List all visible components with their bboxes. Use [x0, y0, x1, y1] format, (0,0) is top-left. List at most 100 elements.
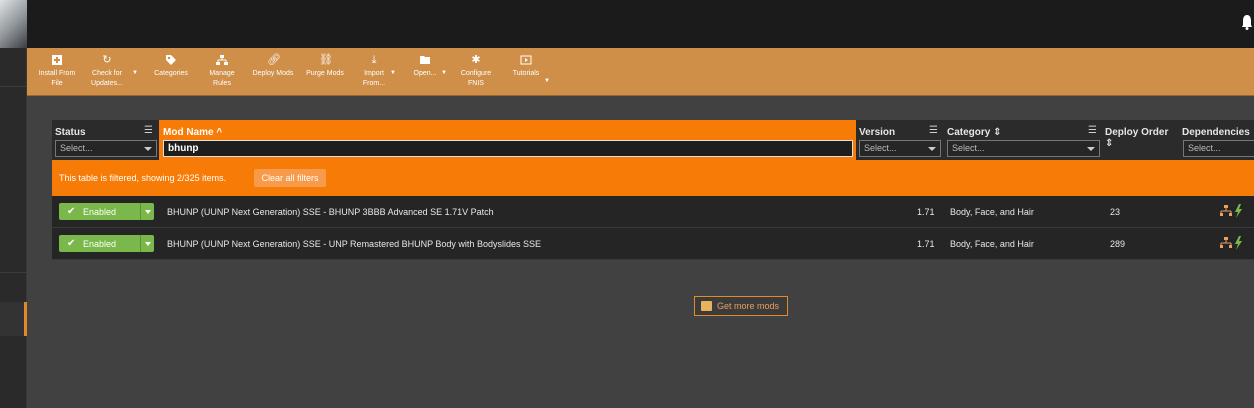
check-icon: ✔ [67, 238, 76, 249]
link-icon: 🔗︎ [267, 54, 281, 66]
tutorials-button[interactable]: Tutorials ▼ [508, 54, 550, 84]
dependencies-filter-placeholder: Select... [1188, 143, 1221, 153]
status-label: Enabled [83, 239, 117, 249]
categories-label: Categories [154, 70, 188, 77]
sidebar-divider [0, 272, 27, 273]
category-column-title: Category ⇕ [947, 127, 1002, 138]
refresh-icon: ↻ [102, 54, 112, 66]
chevron-down-icon [144, 147, 152, 151]
list-icon[interactable]: ☰ [144, 126, 156, 136]
deploy-order-cell: 23 [1110, 207, 1121, 217]
chevron-down-icon[interactable]: ▼ [544, 76, 550, 86]
mods-table: Status ☰ Select... Mod Name ^ bhunp Vers… [52, 120, 1254, 360]
filter-message: This table is filtered, showing 2/325 it… [59, 173, 227, 183]
check-for-updates-button[interactable]: ↻ Check for Updates... ▼ [86, 54, 138, 89]
sort-icon: ⇕ [993, 127, 1002, 138]
install-from-file-button[interactable]: Install From File [36, 54, 78, 89]
deploy-mods-label: Deploy Mods [252, 70, 294, 77]
video-icon [520, 54, 532, 66]
category-filter-placeholder: Select... [952, 143, 985, 153]
mod-name-cell: BHUNP (UUNP Next Generation) SSE - UNP R… [167, 239, 541, 249]
category-column-header[interactable]: Category ⇕ ☰ Select... [944, 120, 1102, 160]
status-toggle-button[interactable]: ✔ Enabled [59, 235, 154, 252]
gear-icon: ✱ [471, 54, 481, 66]
deploy-order-column-header[interactable]: Deploy Order ⇕ [1102, 120, 1179, 160]
mod-name-column-title: Mod Name ^ [163, 127, 222, 138]
list-icon[interactable]: ☰ [929, 126, 941, 136]
dependencies-icon[interactable] [1220, 204, 1246, 218]
purge-mods-label: Purge Mods [306, 70, 344, 77]
clear-all-filters-button[interactable]: Clear all filters [254, 169, 326, 187]
chevron-down-icon[interactable]: ▼ [390, 68, 396, 78]
table-row[interactable]: ✔ Enabled BHUNP (UUNP Next Generation) S… [52, 196, 1254, 228]
unlink-icon: ⛓︎ [319, 54, 333, 66]
version-cell: 1.71 [917, 207, 935, 217]
top-bar [27, 0, 1254, 48]
category-filter-select[interactable]: Select... [947, 140, 1100, 157]
chevron-down-icon[interactable] [140, 203, 154, 220]
mod-name-filter-input[interactable]: bhunp [163, 140, 853, 157]
status-column-header[interactable]: Status ☰ Select... [52, 120, 159, 160]
dependencies-filter-select[interactable]: Select... [1183, 140, 1254, 157]
get-more-mods-label: Get more mods [717, 301, 780, 311]
filter-notice-bar: This table is filtered, showing 2/325 it… [52, 160, 1254, 196]
check-for-updates-label: Check for Updates... [91, 70, 123, 87]
import-from-label: Import From... [362, 70, 386, 87]
status-filter-placeholder: Select... [60, 143, 93, 153]
tutorials-label: Tutorials [512, 70, 540, 77]
deploy-order-cell: 289 [1110, 239, 1126, 249]
deploy-order-column-title: Deploy Order ⇕ [1105, 127, 1179, 149]
mods-toolbar: Install From File ↻ Check for Updates...… [27, 48, 1254, 96]
configure-fnis-label: Configure FNIS [460, 70, 492, 87]
dependencies-column-title: Dependencies [1182, 127, 1250, 138]
mod-name-title-text: Mod Name [163, 127, 214, 138]
check-icon: ✔ [67, 206, 76, 217]
deploy-order-title-text: Deploy Order [1105, 127, 1169, 138]
table-row[interactable]: ✔ Enabled BHUNP (UUNP Next Generation) S… [52, 228, 1254, 260]
version-cell: 1.71 [917, 239, 935, 249]
folder-icon [419, 54, 431, 66]
bell-icon[interactable] [1242, 14, 1252, 30]
status-column-title: Status [55, 127, 86, 138]
get-more-mods-button[interactable]: Get more mods [694, 296, 788, 316]
chevron-down-icon[interactable] [140, 235, 154, 252]
purge-mods-button[interactable]: ⛓︎ Purge Mods [303, 54, 347, 79]
mod-name-column-header[interactable]: Mod Name ^ bhunp [159, 120, 856, 160]
version-filter-select[interactable]: Select... [859, 140, 941, 157]
rules-icon [216, 54, 228, 66]
chevron-down-icon [928, 147, 936, 151]
mod-name-cell: BHUNP (UUNP Next Generation) SSE - BHUNP… [167, 207, 494, 217]
tag-icon [165, 54, 177, 66]
dependencies-icon[interactable] [1220, 236, 1246, 250]
import-from-button[interactable]: ⤓ Import From... ▼ [359, 54, 396, 89]
open-label: Open... [413, 70, 437, 77]
version-column-header[interactable]: Version ☰ Select... [856, 120, 944, 160]
manage-rules-label: Manage Rules [209, 70, 235, 87]
sort-asc-icon: ^ [216, 127, 223, 138]
dependencies-column-header[interactable]: Dependencies Select... [1179, 120, 1254, 160]
chevron-down-icon [1087, 147, 1095, 151]
version-column-title: Version [859, 127, 896, 138]
version-filter-placeholder: Select... [864, 143, 897, 153]
status-toggle-button[interactable]: ✔ Enabled [59, 203, 154, 220]
configure-fnis-button[interactable]: ✱ Configure FNIS [456, 54, 496, 89]
sidebar-item-mods[interactable] [0, 302, 27, 336]
categories-button[interactable]: Categories [151, 54, 191, 79]
chevron-down-icon[interactable]: ▼ [441, 68, 447, 78]
mods-page: Status ☰ Select... Mod Name ^ bhunp Vers… [27, 96, 1254, 408]
chevron-down-icon[interactable]: ▼ [132, 68, 138, 78]
open-button[interactable]: Open... ▼ [411, 54, 447, 79]
sort-icon: ⇕ [1105, 138, 1114, 149]
import-icon: ⤓ [371, 54, 377, 66]
manage-rules-button[interactable]: Manage Rules [204, 54, 240, 89]
list-icon[interactable]: ☰ [1088, 126, 1100, 136]
category-cell: Body, Face, and Hair [950, 239, 1034, 249]
left-sidebar [0, 0, 27, 408]
deploy-mods-button[interactable]: 🔗︎ Deploy Mods [250, 54, 296, 79]
install-from-file-label: Install From File [38, 70, 76, 87]
status-filter-select[interactable]: Select... [55, 140, 157, 157]
status-label: Enabled [83, 207, 117, 217]
browse-icon [701, 301, 712, 311]
plus-icon [51, 54, 63, 66]
sidebar-divider [0, 86, 27, 87]
